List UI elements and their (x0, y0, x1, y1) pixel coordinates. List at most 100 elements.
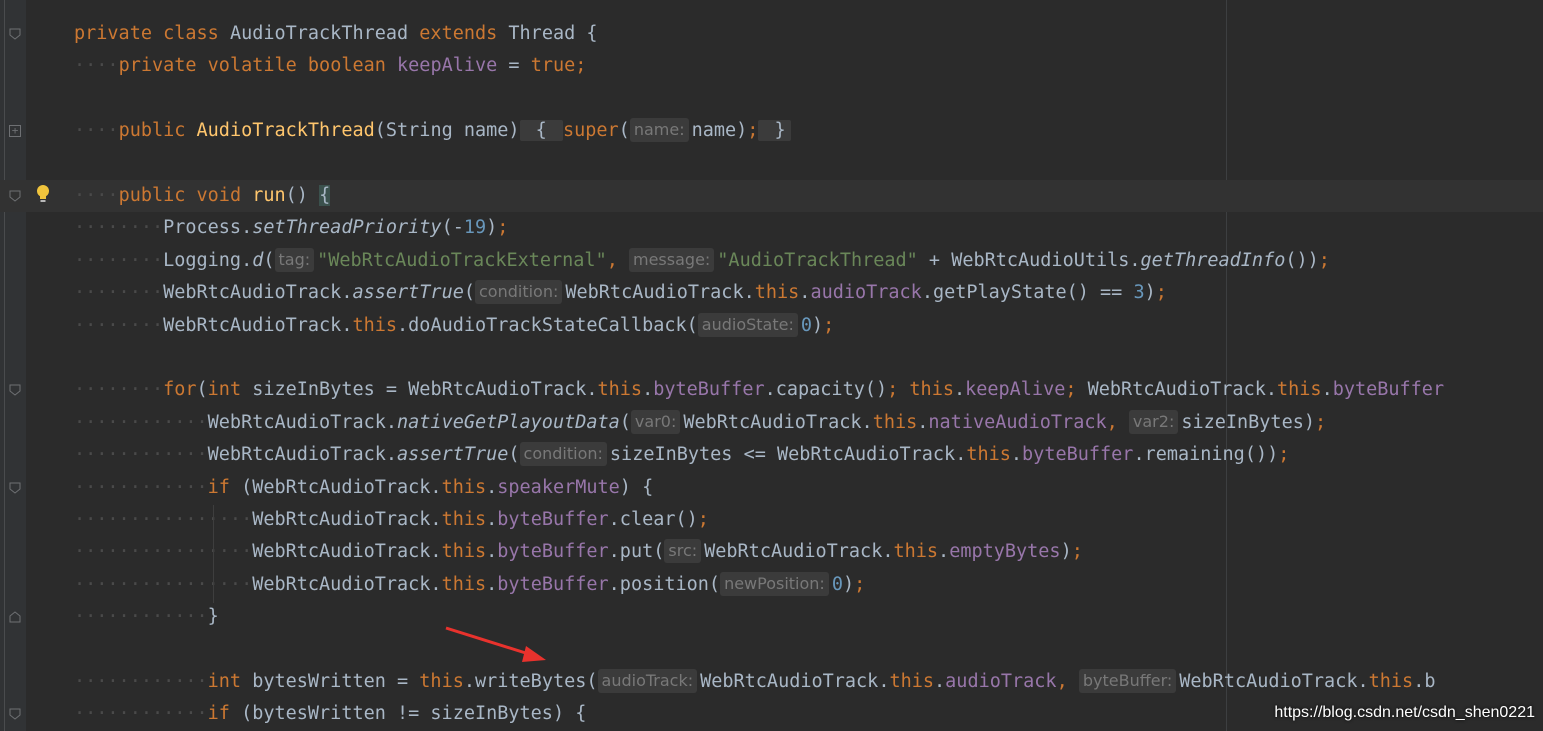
code-line[interactable]: ····public AudioTrackThread(String name)… (0, 115, 1543, 147)
code-token: byteBuffer (497, 573, 609, 595)
code-token: "WebRtcAudioTrackExternal" (317, 249, 607, 271)
code-line[interactable] (0, 342, 1543, 374)
expand-fold-icon[interactable]: + (9, 125, 21, 138)
code-token: ( (618, 120, 630, 142)
whitespace-dots: ········ (74, 217, 164, 239)
code-token: ; (1314, 411, 1327, 433)
code-line[interactable]: ········Logging.d(tag: "WebRtcAudioTrackE… (0, 245, 1543, 277)
collapse-fold-icon[interactable] (9, 482, 21, 494)
code-token: ; (1318, 249, 1330, 271)
code-token: setThreadPriority (252, 217, 442, 239)
code-line[interactable]: ········for(int sizeInBytes = WebRtcAudi… (0, 374, 1543, 406)
code-token: class (163, 23, 230, 44)
code-content: ····public AudioTrackThread(String name)… (74, 115, 791, 147)
code-token: private (74, 23, 164, 44)
code-line[interactable]: ········Process.setThreadPriority(-19); (0, 212, 1543, 244)
code-token: WebRtcAudioTrack. (163, 282, 353, 304)
code-token: keepAlive (397, 55, 498, 77)
code-token: "AudioTrackThread" (717, 249, 918, 271)
code-token: int (207, 671, 253, 692)
code-token: WebRtcAudioTrack. (704, 541, 894, 563)
folded-region[interactable]: } (758, 120, 791, 142)
code-token: , (1056, 671, 1068, 692)
folded-region[interactable]: { (519, 120, 563, 142)
code-token: this (419, 671, 464, 692)
code-token: this (441, 541, 487, 563)
code-token: . (642, 379, 654, 401)
code-token: .put( (608, 541, 665, 563)
code-token: + WebRtcAudioUtils. (917, 249, 1141, 271)
collapse-fold-icon[interactable] (9, 384, 21, 397)
code-content: ····private volatile boolean keepAlive =… (74, 50, 586, 82)
code-token: name) (691, 120, 748, 142)
code-token: { (319, 185, 331, 206)
code-token: Process. (163, 217, 253, 239)
code-token: this (872, 411, 918, 433)
whitespace-dots: ············ (74, 703, 208, 725)
code-line[interactable] (0, 83, 1543, 115)
code-token: . (486, 541, 498, 563)
code-editor[interactable]: private class AudioTrackThread extends T… (0, 0, 1543, 731)
code-content: ········WebRtcAudioTrack.this.doAudioTra… (74, 310, 834, 342)
code-token: this (441, 509, 487, 530)
code-token: ; (747, 120, 759, 142)
code-token: 3 (1133, 282, 1145, 304)
code-token: ) (1144, 282, 1156, 304)
indent-guide (213, 505, 214, 603)
lightbulb-icon[interactable] (36, 184, 50, 204)
collapse-fold-icon[interactable] (9, 708, 21, 721)
whitespace-dots: ············ (74, 411, 208, 433)
code-line[interactable] (0, 634, 1543, 666)
code-token: AudioTrackThread (229, 23, 420, 44)
code-token: true (530, 55, 576, 77)
code-token: assertTrue (352, 282, 464, 304)
code-token: . (934, 671, 946, 692)
code-line[interactable]: ················WebRtcAudioTrack.this.by… (0, 569, 1543, 601)
code-token: (WebRtcAudioTrack. (241, 476, 442, 498)
code-token: WebRtcAudioTrack. (207, 444, 398, 466)
code-token: private (118, 55, 208, 77)
code-token: keepAlive (965, 379, 1066, 401)
code-line[interactable]: ········WebRtcAudioTrack.assertTrue(cond… (0, 277, 1543, 309)
code-line[interactable]: ············int bytesWritten = this.writ… (0, 666, 1543, 698)
code-token: sizeInBytes) (1181, 411, 1315, 433)
code-line[interactable]: ············if (WebRtcAudioTrack.this.sp… (0, 472, 1543, 504)
code-line[interactable]: ····private volatile boolean keepAlive =… (0, 50, 1543, 82)
code-token: this (597, 379, 643, 401)
code-token: .position( (608, 573, 721, 595)
code-token: ) (811, 314, 824, 336)
code-token: (- (441, 217, 464, 239)
code-token: WebRtcAudioTrack. (1087, 379, 1277, 401)
code-token: ; (697, 509, 709, 530)
code-token: ( (263, 249, 275, 271)
parameter-hint: condition: (475, 280, 563, 305)
code-line[interactable]: ········WebRtcAudioTrack.this.doAudioTra… (0, 310, 1543, 342)
parameter-hint: message: (629, 247, 715, 272)
code-line[interactable]: ················WebRtcAudioTrack.this.by… (0, 536, 1543, 568)
whitespace-dots: ················ (74, 573, 253, 595)
fold-end-icon[interactable] (9, 611, 21, 623)
code-content: ········for(int sizeInBytes = WebRtcAudi… (74, 374, 1444, 406)
code-token: this (889, 671, 935, 692)
collapse-fold-icon[interactable] (9, 190, 21, 202)
code-line[interactable]: ············WebRtcAudioTrack.assertTrue(… (0, 439, 1543, 471)
code-token: . (486, 573, 498, 595)
code-token: WebRtcAudioTrack. (207, 411, 398, 433)
parameter-hint: audioState: (697, 312, 798, 337)
code-token: .writeBytes( (463, 671, 598, 692)
code-line[interactable]: ············WebRtcAudioTrack.nativeGetPl… (0, 407, 1543, 439)
code-line[interactable]: ················WebRtcAudioTrack.this.by… (0, 504, 1543, 536)
code-line[interactable] (0, 148, 1543, 180)
code-line[interactable]: ············} (0, 601, 1543, 633)
code-token: this (1368, 671, 1414, 692)
code-token: .getPlayState() == (921, 282, 1134, 304)
collapse-fold-icon[interactable] (9, 28, 21, 40)
code-token: getThreadInfo (1140, 249, 1286, 271)
whitespace-dots: ············ (74, 444, 208, 466)
whitespace-dots: ············ (74, 476, 208, 498)
whitespace-dots: ········ (74, 314, 164, 336)
code-line[interactable]: ····public void run() { (0, 180, 1543, 212)
code-line[interactable]: private class AudioTrackThread extends T… (0, 18, 1543, 50)
code-token: . (486, 509, 498, 530)
